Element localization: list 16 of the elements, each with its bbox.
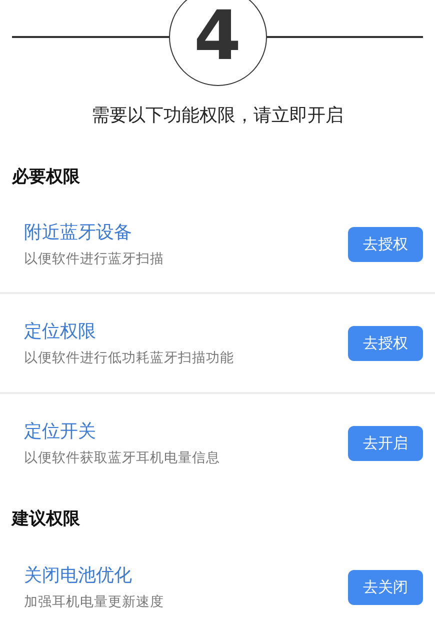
permission-title: 附近蓝牙设备 — [24, 221, 133, 244]
step-number: 4 — [168, 0, 266, 86]
permission-button[interactable]: 去开启 — [348, 426, 423, 460]
permission-button[interactable]: 去授权 — [348, 226, 423, 262]
permission-title: 定位开关 — [24, 420, 97, 443]
permission-button[interactable]: 去授权 — [348, 326, 423, 360]
permission-description: 加强耳机电量更新速度 — [24, 593, 165, 611]
permission-title: 定位权限 — [24, 320, 97, 343]
section-title: 必要权限 — [10, 166, 81, 188]
permission-prompt: 需要以下功能权限，请立即开启 — [90, 104, 344, 127]
permission-description: 以便软件进行低功耗蓝牙扫描功能 — [24, 349, 235, 367]
permission-title: 关闭电池优化 — [24, 564, 133, 587]
permission-description: 以便软件获取蓝牙耳机电量信息 — [24, 449, 221, 467]
permission-description: 以便软件进行蓝牙扫描 — [24, 250, 165, 268]
section-title: 建议权限 — [10, 508, 81, 530]
permission-button[interactable]: 去关闭 — [348, 570, 423, 604]
